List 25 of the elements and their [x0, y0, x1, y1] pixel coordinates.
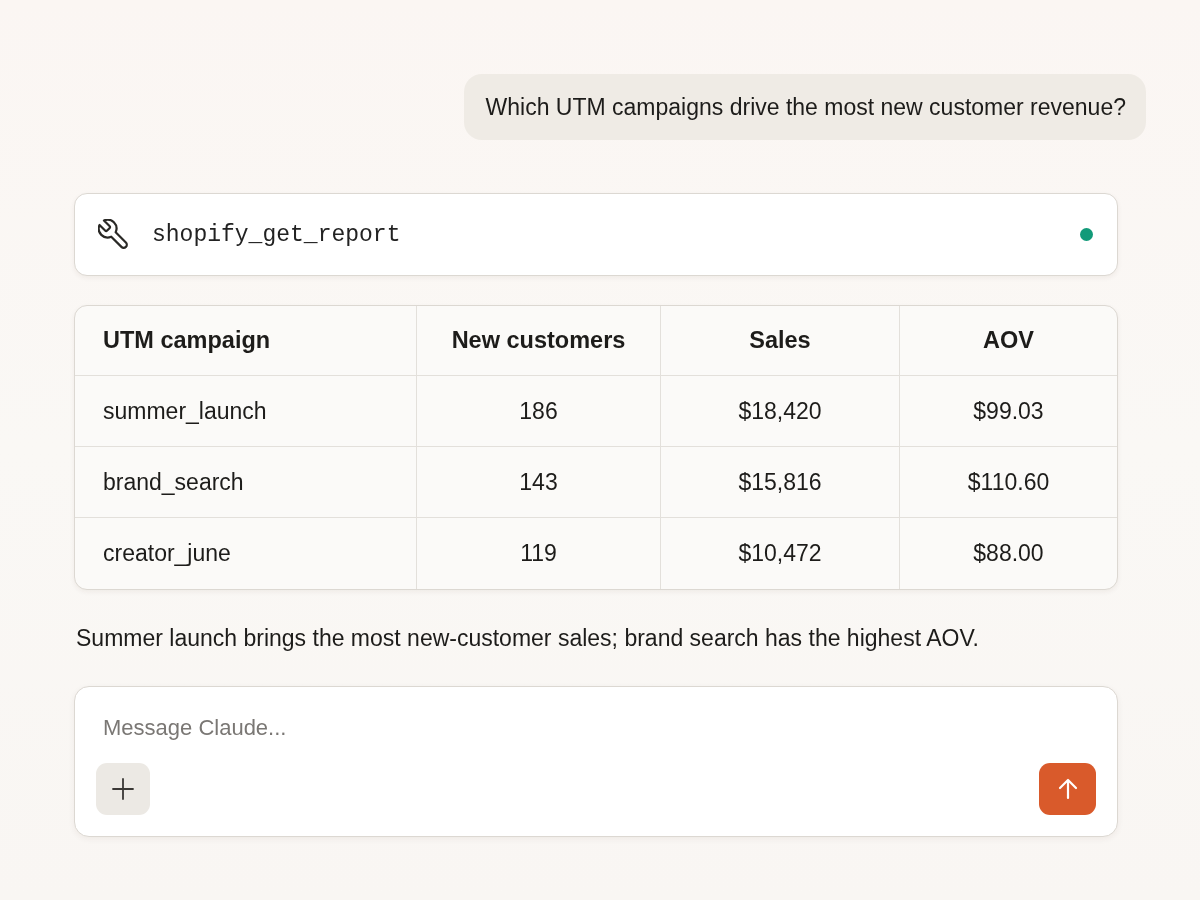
table-cell-text: $88.00 [972, 539, 1045, 568]
table-cell: $99.03 [900, 376, 1117, 447]
tool-call-card[interactable]: shopify_get_report [74, 193, 1118, 276]
table-cell: brand_search [75, 447, 417, 518]
user-message: Which UTM campaigns drive the most new customer revenue? [463, 74, 1146, 140]
column-header: AOV [900, 306, 1117, 376]
table-cell: $15,816 [661, 447, 900, 518]
message-input[interactable]: Message Claude... [96, 713, 603, 743]
column-header: New customers [417, 306, 661, 376]
attach-button[interactable] [96, 763, 150, 815]
column-header: Sales [661, 306, 900, 376]
column-header: UTM campaign [75, 306, 417, 376]
plus-icon [111, 777, 135, 801]
send-button[interactable] [1039, 763, 1096, 815]
tool-name: shopify_get_report [152, 221, 401, 248]
table-cell: summer_launch [75, 376, 417, 447]
table-cell: $10,472 [661, 518, 900, 589]
table-cell: $18,420 [661, 376, 900, 447]
table-cell: creator_june [75, 518, 417, 589]
wrench-icon [98, 219, 129, 250]
table-cell: 143 [417, 447, 661, 518]
table-cell: 186 [417, 376, 661, 447]
table-cell: $110.60 [900, 447, 1117, 518]
assistant-reply: Summer launch brings the most new-customer sales; brand search has the highest AOV. [75, 624, 980, 652]
table-cell: 119 [417, 518, 661, 589]
